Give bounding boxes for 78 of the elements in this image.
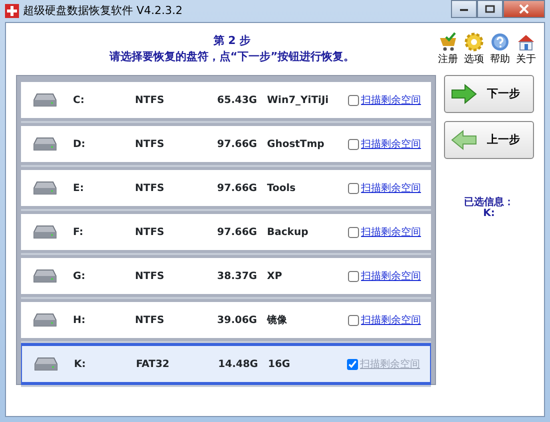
app-icon (5, 4, 19, 18)
drive-letter: D: (73, 138, 86, 152)
scan-checkbox[interactable] (348, 138, 359, 150)
drive-row[interactable]: D: NTFS 97.66G GhostTmp 扫描剩余空间 (21, 126, 431, 162)
scan-free-space-link[interactable]: 扫描剩余空间 (361, 224, 421, 240)
scan-checkbox[interactable] (348, 94, 359, 106)
file-system: NTFS (135, 138, 166, 152)
drive-row[interactable]: C: NTFS 65.43G Win7_YiTiJi 扫描剩余空间 (21, 82, 431, 118)
hard-drive-icon (33, 269, 57, 283)
scan-free-space-link[interactable]: 扫描剩余空间 (361, 180, 421, 196)
drive-letter: C: (73, 94, 86, 108)
drive-row[interactable]: G: NTFS 38.37G XP 扫描剩余空间 (21, 258, 431, 294)
drive-size: 38.37G (216, 270, 257, 284)
hard-drive-icon (33, 93, 57, 107)
drive-letter: F: (73, 226, 84, 240)
gear-icon (464, 32, 484, 52)
toolbar-label[interactable]: 注册 (438, 52, 458, 66)
instruction-text: 请选择要恢复的盘符，点“下一步”按钮进行恢复。 (108, 49, 356, 65)
scan-checkbox[interactable] (348, 270, 359, 282)
selected-info-value: K: (482, 208, 496, 219)
scan-checkbox[interactable] (348, 182, 359, 194)
hard-drive-icon (33, 225, 57, 239)
drive-size: 97.66G (216, 138, 257, 152)
file-system: NTFS (135, 314, 166, 328)
scan-checkbox[interactable] (348, 314, 359, 326)
scan-free-space-link[interactable]: 扫描剩余空间 (361, 136, 421, 152)
toolbar-label[interactable]: 帮助 (490, 52, 510, 66)
volume-label: GhostTmp (267, 138, 326, 152)
volume-label: 16G (268, 358, 292, 372)
volume-label: 镜像 (267, 314, 288, 328)
toolbar-label[interactable]: 关于 (516, 52, 536, 66)
minimize-icon (459, 6, 469, 12)
hard-drive-icon (34, 357, 58, 371)
volume-label: Tools (267, 182, 297, 196)
selected-info-label: 已选信息： (463, 197, 515, 208)
drive-size: 39.06G (216, 314, 257, 328)
drive-row[interactable]: E: NTFS 97.66G Tools 扫描剩余空间 (21, 170, 431, 206)
right-arrow-icon (451, 84, 477, 104)
volume-label: XP (267, 270, 284, 284)
drive-row[interactable]: F: NTFS 97.66G Backup 扫描剩余空间 (21, 214, 431, 250)
drive-row[interactable]: H: NTFS 39.06G 镜像 扫描剩余空间 (21, 302, 431, 338)
scan-free-space-link[interactable]: 扫描剩余空间 (361, 312, 421, 328)
hard-drive-icon (33, 181, 57, 195)
drive-row[interactable]: K: FAT32 14.48G 16G 扫描剩余空间 (22, 346, 430, 382)
hard-drive-icon (33, 313, 57, 327)
drive-size: 65.43G (216, 94, 257, 108)
drive-size: 97.66G (216, 226, 257, 240)
left-arrow-icon (451, 130, 477, 150)
help-icon (490, 32, 510, 52)
close-icon (519, 4, 529, 14)
file-system: NTFS (135, 94, 166, 108)
file-system: NTFS (135, 270, 166, 284)
back-button[interactable]: 上一步 (444, 121, 534, 159)
cart-icon (438, 32, 458, 52)
scan-free-space-link[interactable]: 扫描剩余空间 (361, 92, 421, 108)
drive-letter: G: (73, 270, 86, 284)
file-system: NTFS (135, 182, 166, 196)
volume-label: Backup (267, 226, 310, 240)
file-system: FAT32 (136, 358, 170, 372)
minimize-button[interactable] (451, 0, 477, 18)
next-button[interactable]: 下一步 (444, 75, 534, 113)
scan-checkbox[interactable] (347, 358, 358, 370)
close-button[interactable] (503, 0, 545, 18)
scan-checkbox[interactable] (348, 226, 359, 238)
hard-drive-icon (33, 137, 57, 151)
maximize-icon (485, 5, 495, 13)
volume-label: Win7_YiTiJi (267, 94, 330, 108)
step-title: 第 2 步 (212, 32, 252, 48)
maximize-button[interactable] (477, 0, 503, 18)
file-system: NTFS (135, 226, 166, 240)
drive-size: 97.66G (216, 182, 257, 196)
drive-letter: E: (73, 182, 85, 196)
scan-free-space-link[interactable]: 扫描剩余空间 (361, 268, 421, 284)
drive-letter: H: (73, 314, 86, 328)
drive-size: 14.48G (217, 358, 258, 372)
drive-letter: K: (74, 358, 87, 372)
window-title: 超级硬盘数据恢复软件 V4.2.3.2 (23, 2, 183, 19)
toolbar-label[interactable]: 选项 (464, 52, 484, 66)
